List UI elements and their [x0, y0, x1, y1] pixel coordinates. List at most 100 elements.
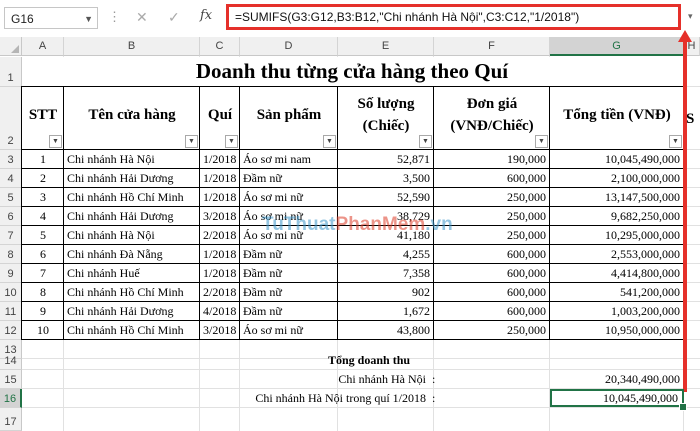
table-cell[interactable]: 1/2018 — [200, 245, 240, 264]
table-cell[interactable]: 7 — [22, 264, 64, 283]
filter-dropdown-icon[interactable]: ▼ — [323, 135, 336, 148]
table-cell[interactable]: 1/2018 — [200, 150, 240, 169]
column-header-e[interactable]: E — [338, 37, 434, 56]
table-cell[interactable]: 600,000 — [434, 245, 550, 264]
table-cell[interactable]: 9 — [22, 302, 64, 321]
name-box[interactable]: G16 ▼ — [4, 7, 98, 29]
table-cell[interactable]: 5 — [22, 226, 64, 245]
table-cell[interactable]: 4/2018 — [200, 302, 240, 321]
table-cell[interactable]: 2/2018 — [200, 226, 240, 245]
table-cell[interactable]: 2,100,000,000 — [550, 169, 684, 188]
filter-dropdown-icon[interactable]: ▼ — [49, 135, 62, 148]
chevron-down-icon[interactable]: ▼ — [84, 8, 93, 30]
table-cell[interactable]: 1/2018 — [200, 169, 240, 188]
row-header-15[interactable]: 15 — [0, 370, 22, 389]
table-cell[interactable]: 1/2018 — [200, 264, 240, 283]
enter-icon[interactable]: ✓ — [168, 9, 180, 26]
table-cell[interactable]: Chi nhánh Hải Dương — [64, 207, 200, 226]
summary-heading[interactable]: Tổng doanh thu — [300, 351, 460, 370]
table-cell[interactable]: 10 — [22, 321, 64, 340]
table-cell[interactable]: Chi nhánh Huế — [64, 264, 200, 283]
fill-handle[interactable] — [679, 403, 687, 411]
row-header-2[interactable]: 2 — [0, 87, 22, 150]
row-header-16[interactable]: 16 — [0, 389, 22, 408]
row-header-8[interactable]: 8 — [0, 245, 22, 264]
column-header-b[interactable]: B — [64, 37, 200, 56]
table-cell[interactable]: 250,000 — [434, 321, 550, 340]
table-cell[interactable]: Đầm nữ — [240, 302, 338, 321]
row-header-7[interactable]: 7 — [0, 226, 22, 245]
table-cell[interactable]: 6 — [22, 245, 64, 264]
row-header-10[interactable]: 10 — [0, 283, 22, 302]
table-cell[interactable]: Chi nhánh Hà Nội — [64, 150, 200, 169]
table-cell[interactable]: 4 — [22, 207, 64, 226]
filter-dropdown-icon[interactable]: ▼ — [535, 135, 548, 148]
filter-dropdown-icon[interactable]: ▼ — [225, 135, 238, 148]
table-cell[interactable]: 600,000 — [434, 169, 550, 188]
table-cell[interactable]: 3 — [22, 188, 64, 207]
filter-dropdown-icon[interactable]: ▼ — [419, 135, 432, 148]
table-cell[interactable]: 10,045,490,000 — [550, 150, 684, 169]
table-cell[interactable]: 8 — [22, 283, 64, 302]
table-cell[interactable]: Chi nhánh Hồ Chí Minh — [64, 188, 200, 207]
expand-formula-bar-icon[interactable]: ▾ — [688, 11, 693, 22]
table-cell[interactable]: Áo sơ mi nữ — [240, 188, 338, 207]
row-header-1[interactable]: 1 — [0, 57, 22, 87]
row-header-14[interactable]: 14 — [0, 355, 22, 370]
table-cell[interactable]: Đầm nữ — [240, 169, 338, 188]
summary-label-2[interactable]: Chi nhánh Hà Nội trong quí 1/2018 — [200, 389, 430, 408]
table-cell[interactable]: 250,000 — [434, 188, 550, 207]
table-cell[interactable]: Chi nhánh Đà Nẵng — [64, 245, 200, 264]
table-cell[interactable]: 541,200,000 — [550, 283, 684, 302]
table-cell[interactable]: 4,414,800,000 — [550, 264, 684, 283]
table-cell[interactable]: Chi nhánh Hà Nội — [64, 226, 200, 245]
table-cell[interactable]: Chi nhánh Hải Dương — [64, 169, 200, 188]
table-cell[interactable]: 2 — [22, 169, 64, 188]
table-cell[interactable]: 10,950,000,000 — [550, 321, 684, 340]
table-cell[interactable]: 600,000 — [434, 283, 550, 302]
summary-value-1[interactable]: 20,340,490,000 — [550, 370, 684, 389]
row-header-6[interactable]: 6 — [0, 207, 22, 226]
insert-function-icon[interactable]: fx — [200, 8, 212, 23]
row-header-17[interactable]: 17 — [0, 408, 22, 431]
row-header-11[interactable]: 11 — [0, 302, 22, 321]
table-cell[interactable]: 190,000 — [434, 150, 550, 169]
summary-label-1[interactable]: Chi nhánh Hà Nội — [240, 370, 430, 389]
table-cell[interactable]: 2,553,000,000 — [550, 245, 684, 264]
row-header-5[interactable]: 5 — [0, 188, 22, 207]
select-all-corner[interactable] — [0, 37, 22, 56]
column-header-g[interactable]: G — [550, 37, 684, 56]
table-cell[interactable]: 3,500 — [338, 169, 434, 188]
row-header-12[interactable]: 12 — [0, 321, 22, 340]
table-cell[interactable]: Áo sơ mi nữ — [240, 321, 338, 340]
column-header-f[interactable]: F — [434, 37, 550, 56]
table-cell[interactable]: 10,295,000,000 — [550, 226, 684, 245]
row-header-4[interactable]: 4 — [0, 169, 22, 188]
header-store[interactable]: Tên cửa hàng — [64, 87, 200, 150]
table-cell[interactable]: 1 — [22, 150, 64, 169]
table-cell[interactable]: 600,000 — [434, 302, 550, 321]
table-cell[interactable]: Áo sơ mi nam — [240, 150, 338, 169]
filter-dropdown-icon[interactable]: ▼ — [669, 135, 682, 148]
table-cell[interactable]: 7,358 — [338, 264, 434, 283]
formula-input[interactable]: =SUMIFS(G3:G12,B3:B12,"Chi nhánh Hà Nội"… — [226, 4, 681, 30]
table-cell[interactable]: 52,871 — [338, 150, 434, 169]
row-header-9[interactable]: 9 — [0, 264, 22, 283]
table-cell[interactable]: 4,255 — [338, 245, 434, 264]
table-cell[interactable]: Chi nhánh Hải Dương — [64, 302, 200, 321]
table-cell[interactable]: 13,147,500,000 — [550, 188, 684, 207]
table-cell[interactable]: 3/2018 — [200, 207, 240, 226]
cancel-icon[interactable]: ✕ — [136, 9, 148, 26]
header-price[interactable]: Đơn giá (VNĐ/Chiếc) — [434, 87, 550, 150]
table-cell[interactable]: 52,590 — [338, 188, 434, 207]
sheet-title[interactable]: Doanh thu từng cửa hàng theo Quí — [22, 57, 682, 86]
row-header-3[interactable]: 3 — [0, 150, 22, 169]
filter-dropdown-icon[interactable]: ▼ — [185, 135, 198, 148]
table-cell[interactable]: 1/2018 — [200, 188, 240, 207]
column-header-d[interactable]: D — [240, 37, 338, 56]
table-cell[interactable]: 43,800 — [338, 321, 434, 340]
table-cell[interactable]: Chi nhánh Hồ Chí Minh — [64, 283, 200, 302]
column-header-a[interactable]: A — [22, 37, 64, 56]
table-cell[interactable]: 3/2018 — [200, 321, 240, 340]
table-cell[interactable]: Đầm nữ — [240, 245, 338, 264]
